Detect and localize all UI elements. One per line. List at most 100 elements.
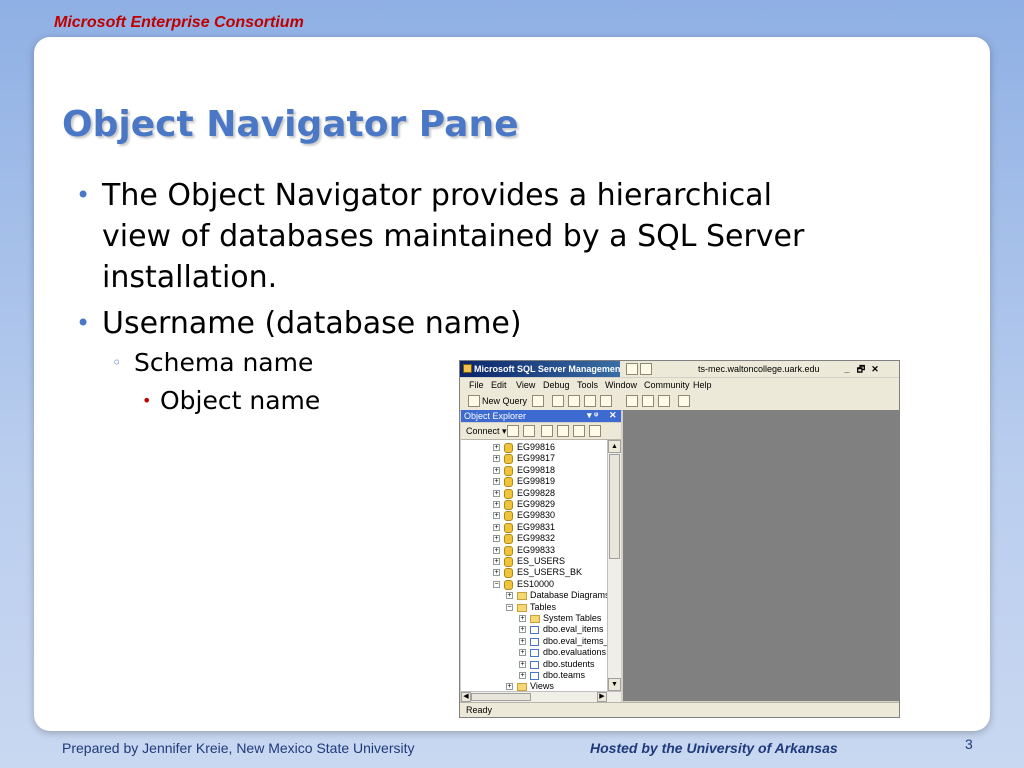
footer-prepared-by: Prepared by Jennifer Kreie, New Mexico S… xyxy=(62,740,415,756)
mdx-query-icon[interactable] xyxy=(568,395,580,407)
connect-button[interactable]: Connect ▾ xyxy=(466,426,507,437)
save-icon[interactable] xyxy=(642,395,654,407)
menu-view[interactable]: View xyxy=(516,380,535,390)
menu-bar: File Edit View Debug Tools Window Commun… xyxy=(460,378,899,392)
scroll-thumb[interactable] xyxy=(609,454,620,559)
tree-node[interactable]: + EG99818 xyxy=(461,465,607,476)
xmla-query-icon[interactable] xyxy=(600,395,612,407)
menu-file[interactable]: File xyxy=(469,380,484,390)
tree-node-label: EG99830 xyxy=(517,510,556,521)
pin-icon[interactable]: ▾ ᵠ xyxy=(587,410,598,421)
table-icon xyxy=(530,649,539,658)
expand-icon[interactable]: + xyxy=(493,455,500,463)
connect-object-icon[interactable] xyxy=(507,425,519,437)
scroll-up-icon[interactable]: ▲ xyxy=(608,440,621,453)
tree-node[interactable]: + EG99819 xyxy=(461,476,607,488)
dmx-query-icon[interactable] xyxy=(584,395,596,407)
bullet-dot-icon: • xyxy=(76,309,91,337)
tree-node[interactable]: + dbo.eval_items_s xyxy=(461,636,607,647)
expand-icon[interactable]: + xyxy=(493,558,500,565)
object-explorer-header: Object Explorer ▾ ᵠ ✕ xyxy=(461,410,621,422)
tree-node-label: dbo.teams xyxy=(543,670,586,680)
expand-icon[interactable]: + xyxy=(519,660,526,668)
tree-node-label: Tables xyxy=(530,601,557,612)
tree-node[interactable]: + EG99833 xyxy=(461,545,607,556)
folder-icon xyxy=(517,683,527,691)
tree-node[interactable]: + EG99828 xyxy=(461,488,607,499)
expand-icon[interactable]: + xyxy=(519,626,526,634)
minimize-button[interactable]: _ xyxy=(840,361,854,377)
filter-icon[interactable] xyxy=(557,425,569,437)
expand-icon[interactable]: + xyxy=(493,466,500,474)
analysis-query-icon[interactable] xyxy=(552,395,564,407)
expand-icon[interactable]: + xyxy=(519,672,526,679)
collapse-icon[interactable]: − xyxy=(493,580,500,588)
tree-node[interactable]: + EG99830 xyxy=(461,510,607,522)
tree-node[interactable]: − Tables xyxy=(461,602,607,613)
horizontal-scrollbar[interactable]: ◀ ▶ xyxy=(461,691,621,702)
open-folder-icon[interactable] xyxy=(626,395,638,407)
expand-icon[interactable]: + xyxy=(493,489,500,497)
ssms-screenshot: Microsoft SQL Server Management ts-mec.w… xyxy=(459,360,900,718)
tree-node[interactable]: + dbo.eval_items xyxy=(461,624,607,635)
summary-icon[interactable] xyxy=(589,425,601,437)
expand-icon[interactable]: + xyxy=(493,523,500,531)
expand-icon[interactable]: + xyxy=(493,546,500,554)
scroll-left-icon[interactable]: ◀ xyxy=(461,692,471,702)
ssms-app-icon xyxy=(463,364,472,373)
tree-node[interactable]: + EG99831 xyxy=(461,522,607,533)
activity-monitor-icon[interactable] xyxy=(678,395,690,407)
expand-icon[interactable]: + xyxy=(506,683,513,691)
menu-community[interactable]: Community xyxy=(644,380,690,390)
tree-node[interactable]: + dbo.students xyxy=(461,659,607,670)
expand-icon[interactable]: + xyxy=(519,649,526,657)
tree-node[interactable]: − ES10000 xyxy=(461,579,607,590)
menu-window[interactable]: Window xyxy=(605,380,637,390)
tree-node[interactable]: + EG99816 xyxy=(461,442,607,453)
tree-node[interactable]: + System Tables xyxy=(461,613,607,624)
expand-icon[interactable]: + xyxy=(493,478,500,486)
scroll-right-icon[interactable]: ▶ xyxy=(597,692,607,702)
menu-tools[interactable]: Tools xyxy=(577,380,598,390)
bullet-4: • Object name xyxy=(142,386,321,416)
tree-node[interactable]: + dbo.teams xyxy=(461,670,607,681)
menu-edit[interactable]: Edit xyxy=(491,380,507,390)
new-file-icon[interactable] xyxy=(532,395,544,407)
restore-button[interactable]: 🗗 xyxy=(854,361,868,377)
menu-help[interactable]: Help xyxy=(693,380,712,390)
collapse-icon[interactable]: − xyxy=(506,603,513,611)
slide-title: Object Navigator Pane xyxy=(62,104,519,145)
expand-icon[interactable]: + xyxy=(493,444,500,451)
expand-icon[interactable]: + xyxy=(493,501,500,508)
tree-node[interactable]: + Database Diagrams xyxy=(461,590,607,601)
bullet-4-line-1: Object name xyxy=(160,386,321,415)
vertical-scrollbar[interactable]: ▲ ▼ xyxy=(607,440,621,691)
bullet-dot-icon: • xyxy=(76,181,91,209)
tree-node[interactable]: + EG99832 xyxy=(461,533,607,545)
expand-icon[interactable]: + xyxy=(506,592,513,600)
print-icon[interactable] xyxy=(658,395,670,407)
tree-node[interactable]: + ES_USERS xyxy=(461,556,607,567)
table-icon xyxy=(530,672,539,680)
document-area xyxy=(623,410,899,701)
expand-icon[interactable]: + xyxy=(519,615,526,622)
close-pane-icon[interactable]: ✕ xyxy=(609,410,617,421)
expand-icon[interactable]: + xyxy=(493,512,500,520)
scroll-down-icon[interactable]: ▼ xyxy=(608,678,621,691)
expand-icon[interactable]: + xyxy=(519,637,526,645)
tree-node[interactable]: + ES_USERS_BK xyxy=(461,567,607,579)
sub-bullet-circle-icon: ◦ xyxy=(112,353,122,372)
disconnect-icon[interactable] xyxy=(523,425,535,437)
horizontal-scroll-thumb[interactable] xyxy=(471,693,531,701)
stop-icon[interactable] xyxy=(541,425,553,437)
tree-node[interactable]: + dbo.evaluations xyxy=(461,647,607,658)
new-query-button[interactable]: New Query xyxy=(482,396,527,406)
menu-debug[interactable]: Debug xyxy=(543,380,570,390)
tree-node[interactable]: + EG99829 xyxy=(461,499,607,510)
expand-icon[interactable]: + xyxy=(493,569,500,577)
close-button[interactable]: ✕ xyxy=(868,361,882,377)
refresh-icon[interactable] xyxy=(573,425,585,437)
tree-node[interactable]: + Views xyxy=(461,681,607,691)
expand-icon[interactable]: + xyxy=(493,535,500,543)
tree-node[interactable]: + EG99817 xyxy=(461,453,607,465)
